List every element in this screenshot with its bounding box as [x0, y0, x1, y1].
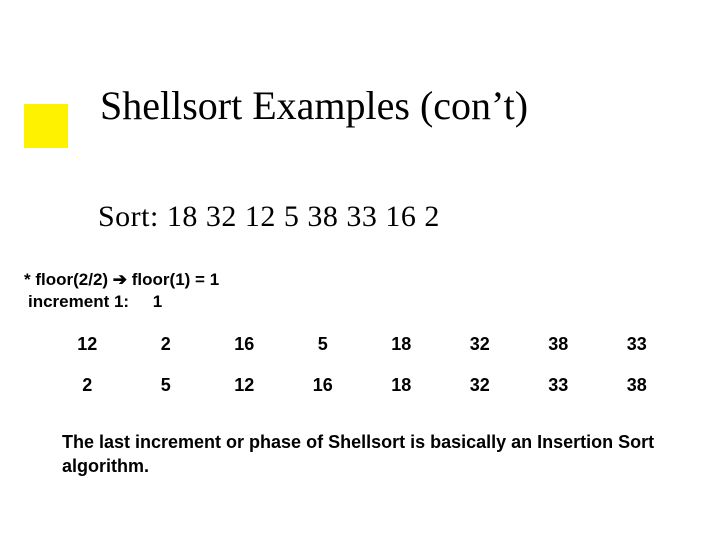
cell: 38: [598, 365, 677, 406]
cell: 12: [205, 365, 284, 406]
table-row: 2 5 12 16 18 32 33 38: [48, 365, 676, 406]
slide-title: Shellsort Examples (con’t): [100, 82, 528, 129]
cell: 33: [598, 324, 677, 365]
cell: 38: [519, 324, 598, 365]
cell: 5: [127, 365, 206, 406]
cell: 16: [284, 365, 363, 406]
cell: 16: [205, 324, 284, 365]
cell: 12: [48, 324, 127, 365]
cell: 2: [48, 365, 127, 406]
calc-line: * floor(2/2) ➔ floor(1) = 1: [24, 270, 219, 290]
sort-values: 18 32 12 5 38 33 16 2: [167, 200, 440, 233]
sort-prefix: Sort:: [98, 200, 167, 233]
cell: 18: [362, 365, 441, 406]
sort-line: Sort: 18 32 12 5 38 33 16 2: [98, 200, 440, 234]
closing-text: The last increment or phase of Shellsort…: [62, 430, 662, 479]
calc-prefix: * floor(2/2): [24, 270, 113, 289]
cell: 32: [441, 365, 520, 406]
cell: 5: [284, 324, 363, 365]
accent-bar: [24, 104, 68, 148]
cell: 2: [127, 324, 206, 365]
cell: 32: [441, 324, 520, 365]
calc-suffix: floor(1) = 1: [127, 270, 219, 289]
table-row: 12 2 16 5 18 32 38 33: [48, 324, 676, 365]
arrow-icon: ➔: [113, 270, 127, 289]
slide: Shellsort Examples (con’t) Sort: 18 32 1…: [0, 0, 720, 540]
cell: 18: [362, 324, 441, 365]
data-table: 12 2 16 5 18 32 38 33 2 5 12 16 18 32 33…: [48, 324, 676, 406]
cell: 33: [519, 365, 598, 406]
increment-line: increment 1: 1: [28, 292, 162, 312]
